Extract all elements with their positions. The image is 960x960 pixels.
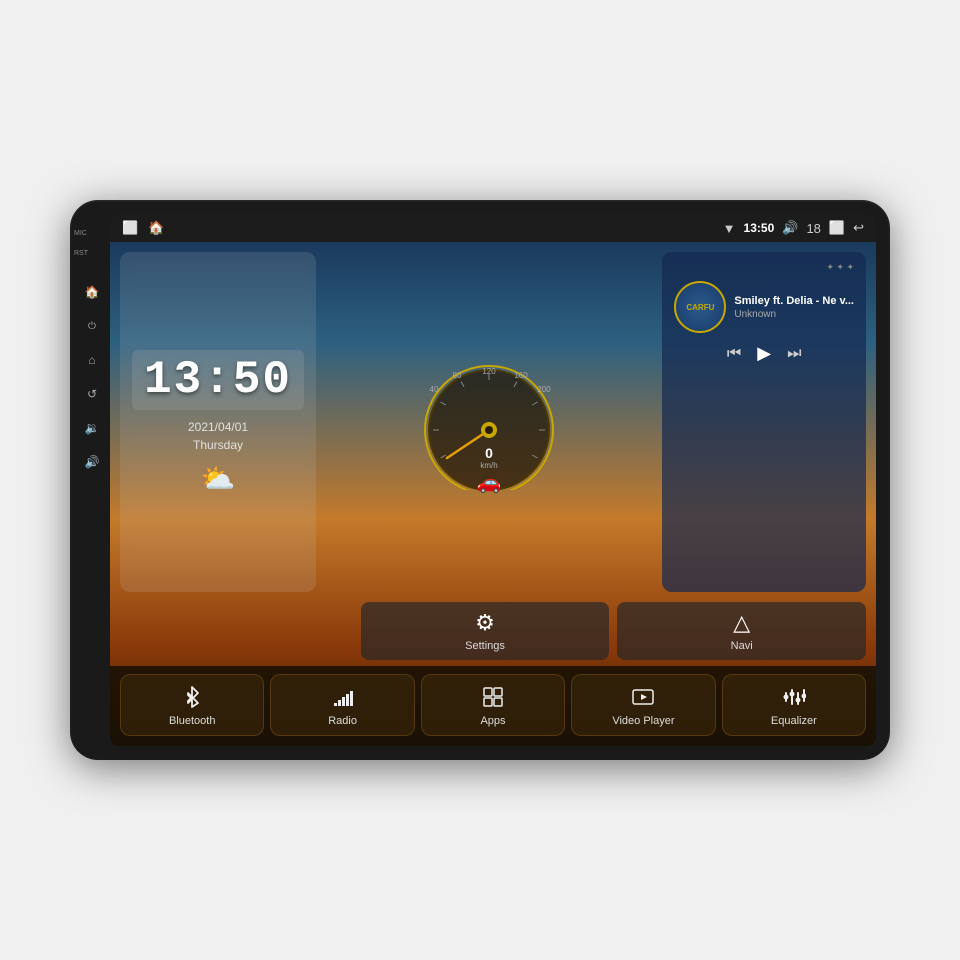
next-button[interactable]: ⏭	[787, 345, 801, 363]
bluetooth-button[interactable]: Bluetooth	[120, 674, 264, 736]
artist-name: Unknown	[734, 309, 854, 320]
video-player-label: Video Player	[612, 715, 674, 727]
navi-button[interactable]: △ Navi	[617, 602, 866, 660]
navi-icon: △	[733, 610, 750, 636]
video-player-icon	[631, 685, 655, 709]
svg-text:200: 200	[538, 385, 552, 394]
home-side-icon[interactable]: 🏠	[80, 280, 104, 304]
speedometer-svg: 40 80 120 160 200 0 km/h	[409, 350, 569, 490]
album-art: CARFU	[674, 281, 726, 333]
settings-label: Settings	[465, 640, 505, 652]
apps-button[interactable]: Apps	[421, 674, 565, 736]
settings-button[interactable]: ⚙ Settings	[361, 602, 610, 660]
svg-text:0: 0	[485, 445, 493, 461]
main-screen: 13:50 2021/04/01 Thursday ⛅	[110, 242, 876, 746]
speedometer-widget: 40 80 120 160 200 0 km/h	[324, 252, 654, 592]
clock-widget: 13:50 2021/04/01 Thursday ⛅	[120, 252, 316, 592]
svg-text:40: 40	[430, 385, 439, 394]
video-player-button[interactable]: Video Player	[571, 674, 715, 736]
equalizer-button[interactable]: Equalizer	[722, 674, 866, 736]
window-icon: ⬜	[122, 220, 138, 236]
settings-icon: ⚙	[475, 610, 495, 636]
equalizer-label: Equalizer	[771, 715, 817, 727]
navi-label: Navi	[731, 640, 753, 652]
song-title: Smiley ft. Delia - Ne v...	[734, 295, 854, 307]
clock-date: 2021/04/01 Thursday	[188, 418, 248, 454]
side-buttons: 🏠 ⏻ ⌂ ↺ 🔉 🔊	[80, 280, 104, 474]
weather-icon: ⛅	[201, 462, 236, 495]
status-time: 13:50	[744, 221, 775, 235]
mic-label: MIC	[74, 230, 87, 237]
svg-text:160: 160	[515, 371, 529, 380]
status-right: ▼ 13:50 🔊 18 ⬜ ↩	[723, 220, 864, 236]
equalizer-icon	[782, 685, 806, 709]
speedo-container: 40 80 120 160 200 0 km/h	[409, 350, 569, 495]
screen: ⬜ 🏠 ▼ 13:50 🔊 18 ⬜ ↩ 13:50 2021/04/01	[110, 214, 876, 746]
bluetooth-icon	[180, 685, 204, 709]
music-controls[interactable]: ⏮ ▶ ⏭	[674, 343, 854, 364]
music-widget: ✦ ✦ ✦ CARFU Smiley ft. Delia - Ne v... U…	[662, 252, 866, 592]
svg-text:120: 120	[483, 367, 497, 376]
svg-text:80: 80	[453, 371, 462, 380]
reset-side-icon[interactable]: ⏻	[80, 314, 104, 338]
settings-navi-row: ⚙ Settings △ Navi	[110, 602, 876, 666]
rst-label: RST	[74, 250, 88, 257]
top-widgets: 13:50 2021/04/01 Thursday ⛅	[110, 242, 876, 602]
radio-icon	[331, 685, 355, 709]
svg-text:km/h: km/h	[481, 461, 498, 470]
vol-up-side-icon[interactable]: 🔊	[80, 450, 104, 474]
home2-side-icon[interactable]: ⌂	[80, 348, 104, 372]
play-button[interactable]: ▶	[757, 343, 771, 364]
vol-down-side-icon[interactable]: 🔉	[80, 416, 104, 440]
status-left: ⬜ 🏠	[122, 220, 164, 236]
star-decoration: ✦ ✦ ✦	[674, 262, 854, 273]
car-head-unit: MIC RST 🏠 ⏻ ⌂ ↺ 🔉 🔊 ⬜ 🏠 ▼ 13:50 🔊 18 ⬜ ↩	[70, 200, 890, 760]
bottom-app-bar: Bluetooth Radio	[110, 666, 876, 746]
music-info: Smiley ft. Delia - Ne v... Unknown	[734, 295, 854, 320]
music-top: CARFU Smiley ft. Delia - Ne v... Unknown	[674, 281, 854, 333]
screen-status-icon: ⬜	[829, 220, 845, 236]
clock-time-display: 13:50	[132, 350, 304, 410]
spacer	[120, 602, 353, 660]
status-bar: ⬜ 🏠 ▼ 13:50 🔊 18 ⬜ ↩	[110, 214, 876, 242]
bluetooth-label: Bluetooth	[169, 715, 215, 727]
home-status-icon: 🏠	[148, 220, 164, 236]
radio-label: Radio	[328, 715, 357, 727]
radio-button[interactable]: Radio	[270, 674, 414, 736]
volume-level: 18	[806, 221, 820, 236]
apps-label: Apps	[480, 715, 505, 727]
wifi-icon: ▼	[723, 221, 736, 236]
volume-icon: 🔊	[782, 220, 798, 236]
back-side-icon[interactable]: ↺	[80, 382, 104, 406]
apps-icon	[481, 685, 505, 709]
back-status-icon: ↩	[853, 220, 864, 236]
prev-button[interactable]: ⏮	[727, 345, 741, 363]
